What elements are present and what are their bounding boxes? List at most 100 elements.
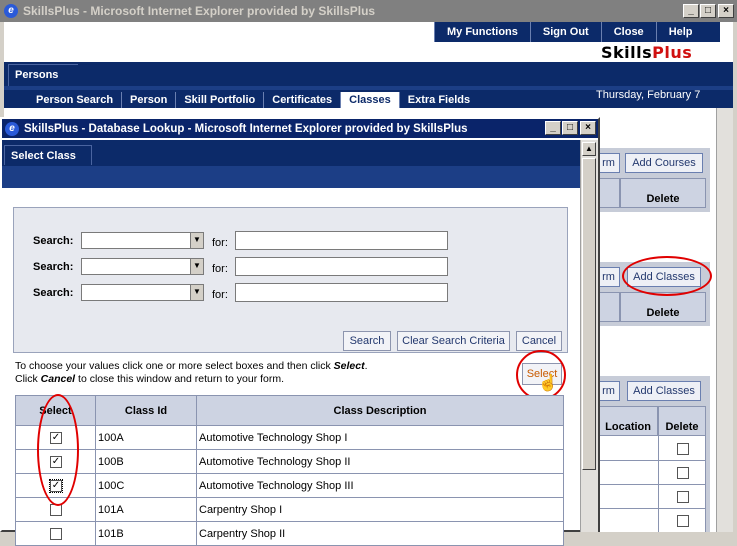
- panel-courses-col-header: [598, 178, 620, 208]
- my-functions-link[interactable]: My Functions: [434, 22, 530, 42]
- table-row[interactable]: ✓ 100C Automotive Technology Shop III: [15, 473, 564, 498]
- delete-checkbox[interactable]: [677, 491, 689, 503]
- instructions-line-2: Click Cancel to close this window and re…: [15, 373, 284, 386]
- panel-row-line-3: [598, 508, 706, 509]
- delete-checkbox[interactable]: [677, 515, 689, 527]
- panel-row-line-1: [598, 460, 706, 461]
- class-id-cell: 101B: [95, 521, 197, 546]
- panel-classes-col-header: [598, 292, 620, 322]
- panel-classes2-prev-button[interactable]: rm: [598, 381, 620, 401]
- scroll-thumb[interactable]: [582, 158, 596, 470]
- class-id-cell: 100A: [95, 425, 197, 450]
- search-value-input-2[interactable]: [235, 257, 448, 276]
- popup-maximize-icon[interactable]: □: [562, 121, 578, 135]
- panel-location-header: Location: [598, 406, 658, 436]
- annotation-oval-select-column: [37, 394, 79, 506]
- for-label-3: for:: [212, 289, 228, 301]
- add-classes-button-2[interactable]: Add Classes: [627, 381, 701, 401]
- close-icon[interactable]: ×: [718, 4, 734, 18]
- delete-checkbox[interactable]: [677, 467, 689, 479]
- subtab-classes[interactable]: Classes: [341, 92, 400, 108]
- row-select-checkbox[interactable]: [50, 527, 62, 540]
- instr2-post: to close this window and return to your …: [75, 373, 285, 385]
- search-value-input-1[interactable]: [235, 231, 448, 250]
- add-courses-button[interactable]: Add Courses: [625, 153, 703, 173]
- class-desc-cell: Automotive Technology Shop I: [196, 425, 564, 450]
- top-nav: My Functions Sign Out Close Help: [434, 22, 720, 42]
- instr2-em: Cancel: [40, 373, 76, 385]
- chevron-down-icon: ▼: [190, 259, 203, 274]
- popup-minimize-icon[interactable]: _: [545, 121, 561, 135]
- for-label-2: for:: [212, 263, 228, 275]
- class-id-col-header: Class Id: [95, 395, 197, 426]
- panel-classes-prev-button[interactable]: rm: [598, 267, 620, 287]
- btn-frag-3: rm: [602, 385, 615, 397]
- panel-classes-delete-header: Delete: [620, 292, 706, 322]
- outer-scrollbar[interactable]: [716, 108, 733, 532]
- tab-persons[interactable]: Persons: [8, 64, 78, 86]
- table-row[interactable]: ✓ 100B Automotive Technology Shop II: [15, 449, 564, 474]
- tab-select-class[interactable]: Select Class: [4, 145, 92, 165]
- ie-icon: e: [4, 4, 18, 18]
- table-row[interactable]: 101B Carpentry Shop II: [15, 521, 564, 546]
- results-table: Select Class Id Class Description ✓ 100A…: [15, 395, 564, 546]
- class-desc-col-header: Class Description: [196, 395, 564, 426]
- logo-part2: Plus: [652, 43, 693, 62]
- search-label-2: Search:: [33, 261, 74, 273]
- help-link[interactable]: Help: [655, 22, 705, 42]
- outer-titlebar: e SkillsPlus - Microsoft Internet Explor…: [0, 0, 737, 22]
- class-desc-cell: Automotive Technology Shop III: [196, 473, 564, 498]
- popup-titlebar: e SkillsPlus - Database Lookup - Microso…: [2, 119, 598, 138]
- subtab-skill-portfolio[interactable]: Skill Portfolio: [176, 92, 265, 108]
- class-desc-cell: Carpentry Shop II: [196, 521, 564, 546]
- minimize-icon[interactable]: _: [683, 4, 699, 18]
- search-value-input-3[interactable]: [235, 283, 448, 302]
- search-field-select-2[interactable]: ▼: [81, 258, 204, 275]
- subtab-extra-fields[interactable]: Extra Fields: [400, 92, 478, 108]
- outer-window-title: SkillsPlus - Microsoft Internet Explorer…: [23, 4, 376, 18]
- panel-row-line-2: [598, 484, 706, 485]
- subtab-person[interactable]: Person: [122, 92, 177, 108]
- popup-band-strip: [2, 166, 580, 188]
- subtab-certificates[interactable]: Certificates: [264, 92, 342, 108]
- search-button[interactable]: Search: [343, 331, 391, 351]
- select-cell: [15, 521, 96, 546]
- instr1-em: Select: [333, 360, 365, 372]
- instr1-post: .: [364, 360, 368, 372]
- clear-search-criteria-button[interactable]: Clear Search Criteria: [397, 331, 510, 351]
- search-label-1: Search:: [33, 235, 74, 247]
- class-id-cell: 100C: [95, 473, 197, 498]
- maximize-icon[interactable]: □: [700, 4, 716, 18]
- date-label: Thursday, February 7: [596, 89, 701, 101]
- delete-checkbox[interactable]: [677, 443, 689, 455]
- sign-out-link[interactable]: Sign Out: [529, 22, 601, 42]
- close-link[interactable]: Close: [600, 22, 656, 42]
- chevron-down-icon: ▼: [190, 285, 203, 300]
- results-header-row: Select Class Id Class Description: [15, 395, 564, 426]
- instr2-pre: Click: [15, 373, 41, 385]
- panel-courses-prev-button[interactable]: rm: [598, 153, 620, 173]
- tab-persons-label: Persons: [15, 69, 59, 81]
- class-id-cell: 101A: [95, 497, 197, 522]
- tab-select-class-label: Select Class: [11, 150, 76, 162]
- class-desc-cell: Carpentry Shop I: [196, 497, 564, 522]
- annotation-oval-add-classes: [622, 256, 712, 296]
- popup-close-icon[interactable]: ×: [580, 121, 596, 135]
- class-desc-cell: Automotive Technology Shop II: [196, 449, 564, 474]
- class-id-cell: 100B: [95, 449, 197, 474]
- panel-courses-delete-header: Delete: [620, 178, 706, 208]
- subtab-person-search[interactable]: Person Search: [28, 92, 123, 108]
- for-label-1: for:: [212, 237, 228, 249]
- cancel-button[interactable]: Cancel: [516, 331, 562, 351]
- annotation-oval-select: [516, 350, 566, 400]
- btn-frag-2: rm: [602, 271, 615, 283]
- popup-ie-icon: e: [5, 121, 19, 136]
- search-field-select-3[interactable]: ▼: [81, 284, 204, 301]
- search-field-select-1[interactable]: ▼: [81, 232, 204, 249]
- table-row[interactable]: 101A Carpentry Shop I: [15, 497, 564, 522]
- scroll-up-icon[interactable]: ▲: [582, 142, 596, 156]
- instr1-pre: To choose your values click one or more …: [15, 360, 334, 372]
- table-row[interactable]: ✓ 100A Automotive Technology Shop I: [15, 425, 564, 450]
- panel-col-divider: [658, 436, 659, 532]
- chevron-down-icon: ▼: [190, 233, 203, 248]
